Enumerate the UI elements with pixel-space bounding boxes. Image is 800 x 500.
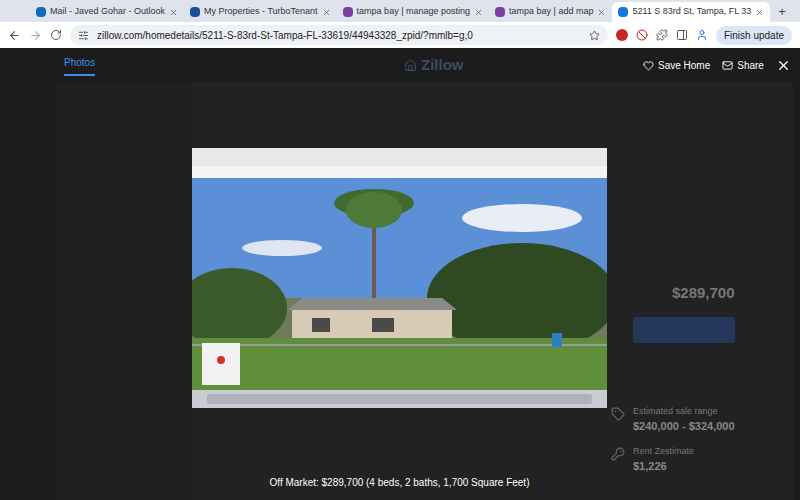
- listing-photo: [192, 148, 607, 408]
- share-icon: [722, 60, 733, 71]
- lightbox-action[interactable]: Share: [722, 58, 764, 73]
- address-bar[interactable]: zillow.com/homedetails/5211-S-83rd-St-Ta…: [70, 25, 608, 45]
- forward-icon[interactable]: [29, 29, 42, 42]
- tab-strip: Mail - Javed Gohar - Outlook My Propertie…: [0, 0, 800, 22]
- favicon-icon: [343, 7, 353, 17]
- estimate-value: $240,000 - $324,000: [633, 418, 735, 435]
- background-details: $289,700 Estimated sale range$240,000 - $…: [607, 82, 793, 500]
- site-info-icon[interactable]: [78, 30, 89, 41]
- profile-icon[interactable]: [696, 29, 708, 41]
- browser-tab[interactable]: My Properties - TurboTenant: [184, 2, 337, 22]
- close-icon[interactable]: [755, 8, 764, 17]
- favicon-icon: [495, 7, 505, 17]
- finish-update-button[interactable]: Finish update: [716, 26, 792, 45]
- close-lightbox-icon[interactable]: [776, 58, 791, 73]
- rent-icon: [611, 447, 625, 461]
- heart-icon: [643, 60, 654, 71]
- screen: Mail - Javed Gohar - Outlook My Propertie…: [0, 0, 800, 500]
- estimate-icon: [611, 407, 625, 421]
- contact-button[interactable]: [633, 317, 735, 343]
- back-icon[interactable]: [8, 29, 21, 42]
- tab-label: Mail - Javed Gohar - Outlook: [50, 5, 165, 19]
- blocker-icon[interactable]: [636, 29, 648, 41]
- browser-tab[interactable]: tampa bay | add map: [489, 2, 612, 22]
- browser-tab[interactable]: Mail - Javed Gohar - Outlook: [30, 2, 184, 22]
- favicon-icon: [618, 7, 628, 17]
- estimate-label: Estimated sale range: [633, 405, 735, 419]
- close-icon[interactable]: [322, 8, 331, 17]
- favicon-icon: [190, 7, 200, 17]
- rent-label: Rent Zestimate: [633, 445, 694, 459]
- tab-label: tampa bay | add map: [509, 5, 593, 19]
- lightbox-body: Off Market: $289,700 (4 beds, 2 baths, 1…: [0, 82, 800, 500]
- close-icon[interactable]: [169, 8, 178, 17]
- favicon-icon: [36, 7, 46, 17]
- close-icon[interactable]: [474, 8, 483, 17]
- zillow-logo[interactable]: Zillow: [421, 54, 464, 77]
- browser-tab[interactable]: 5211 S 83rd St, Tampa, FL 33: [612, 2, 770, 22]
- background-gallery: [55, 82, 192, 500]
- zillow-logo-icon: [404, 59, 417, 72]
- browser-tab[interactable]: tampa bay | manage posting: [337, 2, 489, 22]
- tab-label: tampa bay | manage posting: [357, 5, 470, 19]
- tab-label: 5211 S 83rd St, Tampa, FL 33: [632, 5, 751, 19]
- close-icon[interactable]: [597, 8, 606, 17]
- bookmark-icon[interactable]: [589, 30, 600, 41]
- extensions-icon[interactable]: [656, 29, 668, 41]
- lightbox-tab[interactable]: Photos: [64, 55, 95, 76]
- photo-caption: Off Market: $289,700 (4 beds, 2 baths, 1…: [270, 475, 530, 490]
- lightbox-header: Photos Zillow Save Home Share: [0, 48, 800, 82]
- side-panel-icon[interactable]: [676, 29, 688, 41]
- url-text: zillow.com/homedetails/5211-S-83rd-St-Ta…: [97, 28, 581, 43]
- reload-icon[interactable]: [50, 29, 62, 41]
- new-tab-button[interactable]: +: [770, 2, 794, 22]
- lightbox-action[interactable]: Save Home: [643, 58, 710, 73]
- rent-value: $1,226: [633, 458, 694, 475]
- extension-icon[interactable]: [616, 29, 628, 41]
- price: $289,700: [611, 282, 735, 305]
- tab-label: My Properties - TurboTenant: [204, 5, 318, 19]
- toolbar: zillow.com/homedetails/5211-S-83rd-St-Ta…: [0, 22, 800, 48]
